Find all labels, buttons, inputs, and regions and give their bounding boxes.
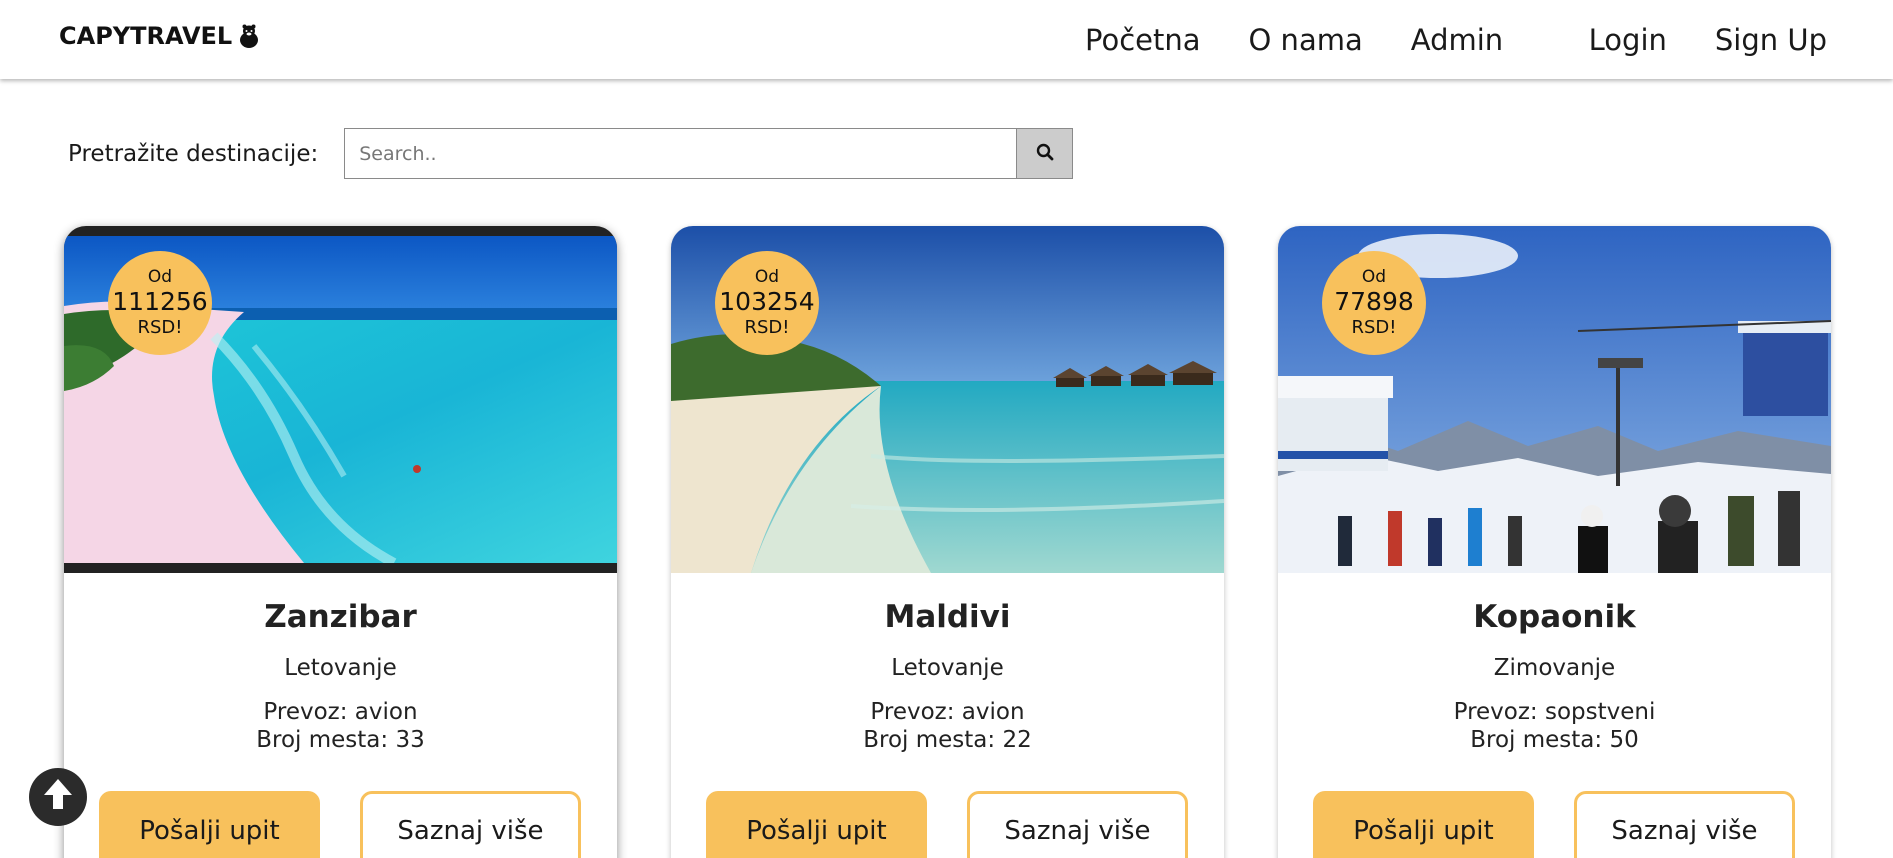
trip-type: Letovanje (284, 655, 397, 681)
search-button[interactable] (1016, 128, 1074, 179)
price-badge: Od 111256 RSD! (108, 251, 212, 355)
price-prefix: Od (147, 267, 173, 287)
learn-more-button[interactable]: Saznaj više (967, 791, 1188, 858)
trip-type: Letovanje (891, 655, 1004, 681)
price-amount: 111256 (112, 287, 208, 316)
auth-nav: Login Sign Up (1541, 18, 1827, 62)
price-badge: Od 77898 RSD! (1322, 251, 1426, 355)
send-inquiry-button[interactable]: Pošalji upit (99, 791, 320, 858)
seats-info: Broj mesta: 22 (863, 727, 1032, 753)
nav-about[interactable]: O nama (1249, 23, 1363, 57)
capybara-icon (237, 23, 261, 49)
destination-title: Zanzibar (264, 599, 417, 635)
price-prefix: Od (1361, 267, 1387, 287)
scroll-to-top-button[interactable] (29, 768, 87, 826)
destination-card: Od 77898 RSD! Kopaonik Zimovanje Prevoz:… (1278, 226, 1831, 858)
navbar: CAPYTRAVEL Početna O nama Admin Login Si… (0, 0, 1893, 79)
learn-more-button[interactable]: Saznaj više (360, 791, 581, 858)
destination-card: Od 111256 RSD! Zanzibar Letovanje Prevoz… (64, 226, 617, 858)
send-inquiry-button[interactable]: Pošalji upit (706, 791, 927, 858)
card-body: Maldivi Letovanje Prevoz: avion Broj mes… (671, 573, 1224, 754)
learn-more-button[interactable]: Saznaj više (1574, 791, 1795, 858)
main-nav: Početna O nama Admin (1085, 18, 1551, 62)
price-prefix: Od (754, 267, 780, 287)
trip-type: Zimovanje (1493, 655, 1616, 681)
price-amount: 103254 (719, 287, 815, 316)
price-badge: Od 103254 RSD! (715, 251, 819, 355)
search-input[interactable] (344, 128, 1017, 179)
destination-title: Maldivi (884, 599, 1011, 635)
brand-logo[interactable]: CAPYTRAVEL (59, 22, 261, 50)
price-currency: RSD! (1351, 317, 1397, 338)
transport-info: Prevoz: sopstveni (1453, 699, 1656, 725)
destination-card: Od 103254 RSD! Maldivi Letovanje Prevoz:… (671, 226, 1224, 858)
destination-title: Kopaonik (1473, 599, 1636, 635)
nav-login[interactable]: Login (1589, 23, 1667, 57)
seats-info: Broj mesta: 50 (1470, 727, 1639, 753)
brand-name: CAPYTRAVEL (59, 22, 233, 50)
search-bar: Pretražite destinacije: (68, 128, 1074, 179)
transport-info: Prevoz: avion (870, 699, 1025, 725)
search-icon (1036, 143, 1054, 165)
price-currency: RSD! (137, 317, 183, 338)
price-currency: RSD! (744, 317, 790, 338)
nav-home[interactable]: Početna (1085, 23, 1201, 57)
card-body: Kopaonik Zimovanje Prevoz: sopstveni Bro… (1278, 573, 1831, 754)
transport-info: Prevoz: avion (263, 699, 418, 725)
search-label: Pretražite destinacije: (68, 140, 319, 167)
seats-info: Broj mesta: 33 (256, 727, 425, 753)
price-amount: 77898 (1334, 287, 1414, 316)
card-body: Zanzibar Letovanje Prevoz: avion Broj me… (64, 573, 617, 754)
send-inquiry-button[interactable]: Pošalji upit (1313, 791, 1534, 858)
arrow-up-icon (38, 775, 78, 819)
nav-admin[interactable]: Admin (1411, 23, 1503, 57)
nav-signup[interactable]: Sign Up (1715, 23, 1827, 57)
